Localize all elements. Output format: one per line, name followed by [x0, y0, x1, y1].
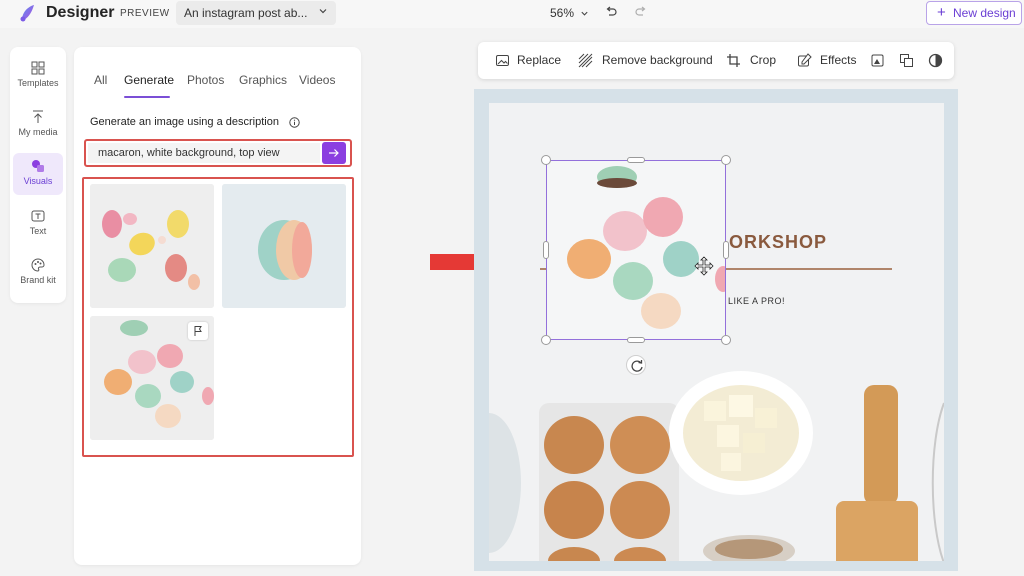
zoom-chevron-down-icon[interactable] — [580, 9, 589, 18]
generate-label: Generate an image using a description — [90, 116, 279, 128]
crop-button[interactable]: Crop — [750, 53, 776, 67]
move-cursor-icon — [694, 256, 714, 276]
arrange-icon[interactable] — [899, 53, 914, 68]
left-rail: Templates My media Visuals Text Brand ki… — [10, 47, 66, 303]
resize-handle-right[interactable] — [723, 241, 729, 259]
document-name-dropdown[interactable]: An instagram post ab... — [176, 1, 336, 25]
canvas-headline-text[interactable]: ORKSHOP — [729, 232, 827, 253]
effects-button[interactable]: Effects — [820, 53, 856, 67]
macarons-scattered-image — [90, 184, 214, 308]
rail-item-text[interactable]: Text — [13, 203, 63, 245]
results-highlight-box — [82, 177, 354, 457]
selected-image[interactable] — [546, 160, 731, 340]
rail-label-templates: Templates — [17, 78, 59, 88]
prompt-highlight-box — [84, 139, 352, 167]
image-toolbar: Replace Remove background Crop Effects — [478, 42, 954, 79]
arrow-right-icon — [329, 149, 339, 157]
resize-handle-top-right[interactable] — [721, 155, 731, 165]
visuals-icon — [32, 160, 44, 172]
rail-item-my-media[interactable]: My media — [13, 104, 63, 146]
visuals-panel: All Generate Photos Graphics Videos Gene… — [74, 47, 361, 565]
effects-icon[interactable] — [797, 53, 812, 68]
macarons-selected-image — [547, 161, 731, 339]
resize-handle-top-left[interactable] — [541, 155, 551, 165]
rail-item-visuals[interactable]: Visuals — [13, 153, 63, 195]
rail-label-my-media: My media — [18, 127, 58, 137]
undo-icon[interactable] — [604, 5, 618, 19]
preview-badge: PREVIEW — [120, 8, 170, 19]
redo-icon[interactable] — [634, 5, 648, 19]
result-image-3[interactable] — [90, 316, 214, 440]
info-icon[interactable] — [289, 117, 300, 128]
new-design-button[interactable]: + New design — [926, 1, 1022, 25]
resize-handle-bottom-right[interactable] — [721, 335, 731, 345]
new-design-label: New design — [953, 6, 1016, 20]
remove-background-button[interactable]: Remove background — [602, 53, 713, 67]
rail-item-brand-kit[interactable]: Brand kit — [13, 252, 63, 294]
prompt-input[interactable] — [88, 143, 320, 163]
resize-handle-left[interactable] — [543, 241, 549, 259]
text-icon — [31, 210, 45, 222]
remove-background-icon[interactable] — [578, 53, 593, 68]
palette-icon — [31, 258, 45, 272]
rail-label-text: Text — [29, 226, 47, 236]
resize-handle-top[interactable] — [627, 157, 645, 163]
tab-generate[interactable]: Generate — [124, 73, 174, 87]
document-name: An instagram post ab... — [184, 6, 308, 20]
crop-icon[interactable] — [726, 53, 741, 68]
flag-icon — [194, 326, 202, 336]
tab-videos[interactable]: Videos — [299, 73, 335, 87]
report-flag-button[interactable] — [188, 322, 208, 340]
top-bar: Designer PREVIEW An instagram post ab...… — [0, 0, 1024, 28]
rail-item-templates[interactable]: Templates — [13, 55, 63, 97]
zoom-level[interactable]: 56% — [550, 6, 574, 20]
replace-icon[interactable] — [495, 53, 510, 68]
upload-icon — [33, 110, 43, 123]
flip-icon[interactable] — [870, 53, 885, 68]
active-tab-indicator — [124, 96, 170, 98]
templates-icon — [31, 61, 45, 75]
result-image-2[interactable] — [222, 184, 346, 308]
replace-button[interactable]: Replace — [517, 53, 561, 67]
app-title: Designer — [46, 4, 115, 21]
rail-label-visuals: Visuals — [23, 176, 53, 186]
tab-all[interactable]: All — [94, 73, 107, 87]
single-macaron-image — [222, 184, 346, 308]
designer-logo-icon — [20, 5, 34, 22]
tab-photos[interactable]: Photos — [187, 73, 224, 87]
canvas-subline-text[interactable]: LIKE A PRO! — [728, 296, 785, 306]
resize-handle-bottom-left[interactable] — [541, 335, 551, 345]
rotate-icon — [631, 360, 643, 372]
resize-handle-bottom[interactable] — [627, 337, 645, 343]
plus-icon: + — [937, 4, 946, 21]
tab-graphics[interactable]: Graphics — [239, 73, 287, 87]
adjust-contrast-icon[interactable] — [928, 53, 943, 68]
rail-label-brand-kit: Brand kit — [20, 275, 56, 285]
rotate-handle[interactable] — [626, 355, 646, 375]
generate-submit-button[interactable] — [322, 142, 346, 164]
chevron-down-icon — [319, 9, 327, 14]
result-image-1[interactable] — [90, 184, 214, 308]
